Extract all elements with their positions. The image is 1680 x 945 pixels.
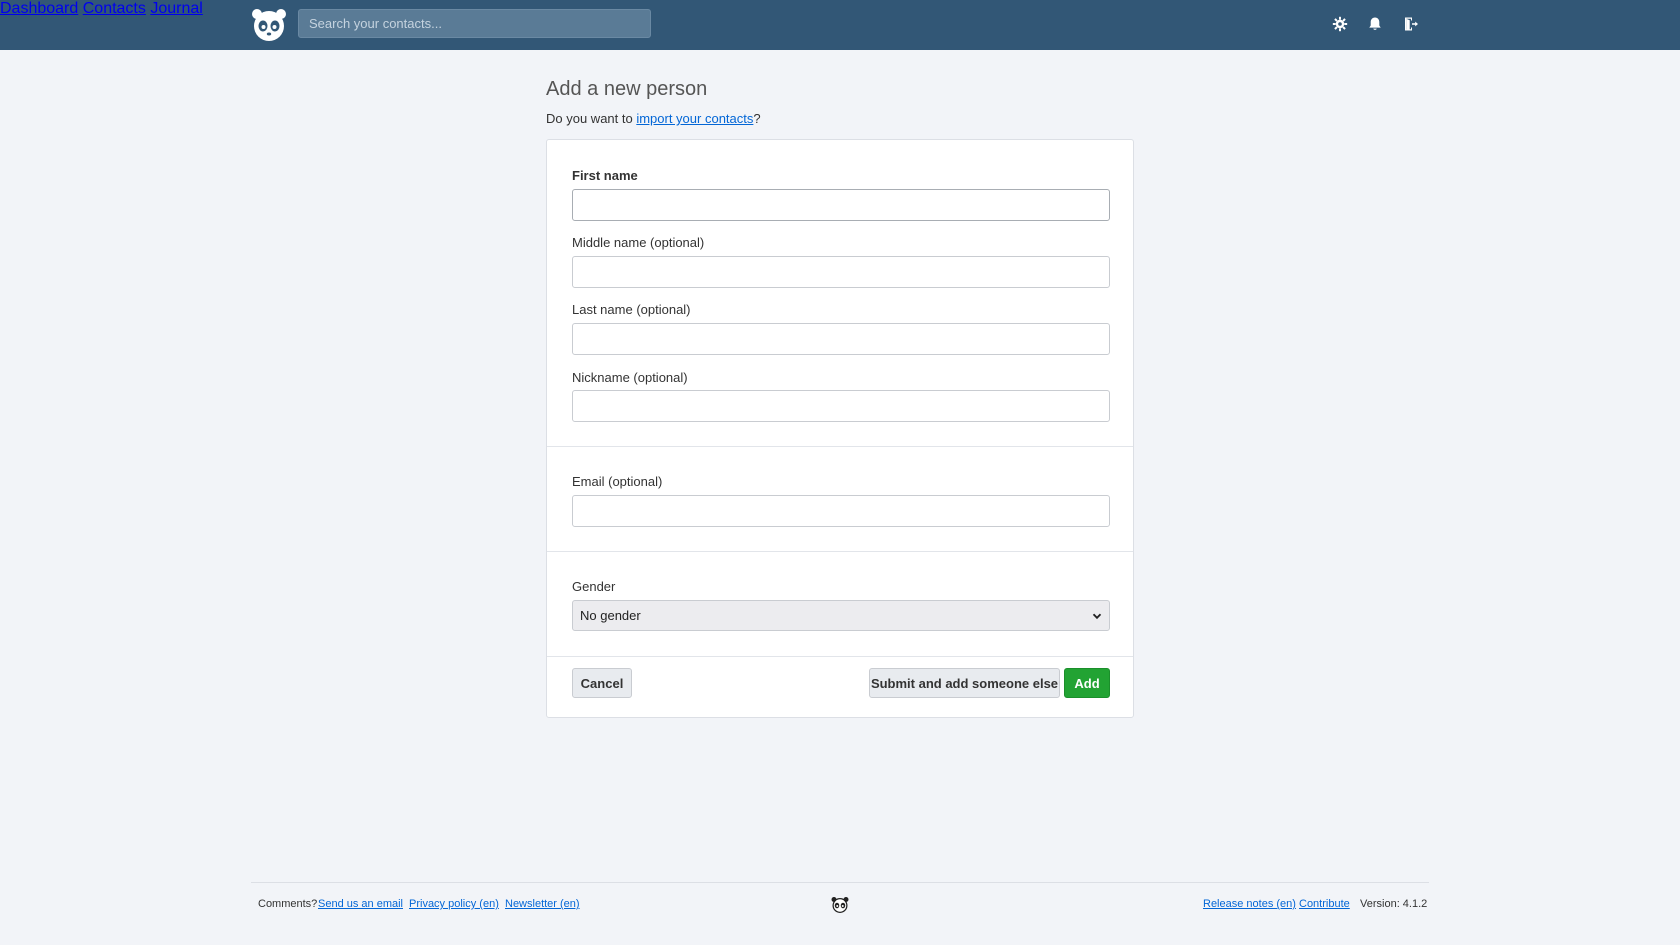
email-input[interactable] [572,495,1110,527]
top-navbar: Dashboard Contacts Journal [0,0,1680,50]
release-notes-link[interactable]: Release notes (en) [1203,898,1296,910]
send-email-link[interactable]: Send us an email [318,898,403,910]
section-divider [547,656,1133,657]
nickname-label: Nickname (optional) [572,370,688,385]
privacy-policy-link[interactable]: Privacy policy (en) [409,898,499,910]
middle-name-input[interactable] [572,256,1110,288]
gender-label: Gender [572,579,616,594]
submit-and-add-another-button[interactable]: Submit and add someone else [869,668,1060,698]
import-prefix-text: Do you want to [546,111,637,126]
import-prompt: Do you want to import your contacts? [546,111,761,126]
gender-selected-value: No gender [580,608,641,623]
nav-dashboard-link[interactable]: Dashboard [0,0,78,17]
email-label: Email (optional) [572,474,663,489]
panda-logo-icon[interactable] [251,7,287,43]
import-suffix-text: ? [753,111,761,126]
search-input[interactable] [298,9,651,38]
section-divider [547,446,1133,447]
import-contacts-link[interactable]: import your contacts [636,111,753,126]
bell-icon[interactable] [1367,16,1383,32]
contribute-link[interactable]: Contribute [1299,898,1350,910]
footer-comments-text: Comments? [258,898,318,910]
last-name-input[interactable] [572,323,1110,355]
last-name-label: Last name (optional) [572,302,691,317]
middle-name-label: Middle name (optional) [572,235,705,250]
panda-logo-icon [831,897,849,913]
footer-divider [251,882,1429,883]
nav-journal-link[interactable]: Journal [150,0,202,17]
first-name-label: First name [572,168,638,183]
gender-select[interactable]: No gender [572,600,1110,631]
add-button[interactable]: Add [1064,668,1110,698]
newsletter-link[interactable]: Newsletter (en) [505,898,580,910]
version-text: Version: 4.1.2 [1360,898,1428,910]
section-divider [547,551,1133,552]
nickname-input[interactable] [572,390,1110,422]
nav-contacts-link[interactable]: Contacts [83,0,146,17]
page-title: Add a new person [546,78,708,100]
settings-icon[interactable] [1332,16,1348,32]
logout-icon[interactable] [1403,16,1419,32]
add-person-form: First name Middle name (optional) Last n… [546,139,1134,718]
chevron-down-icon [1092,613,1102,619]
cancel-button[interactable]: Cancel [572,668,632,698]
first-name-input[interactable] [572,189,1110,221]
